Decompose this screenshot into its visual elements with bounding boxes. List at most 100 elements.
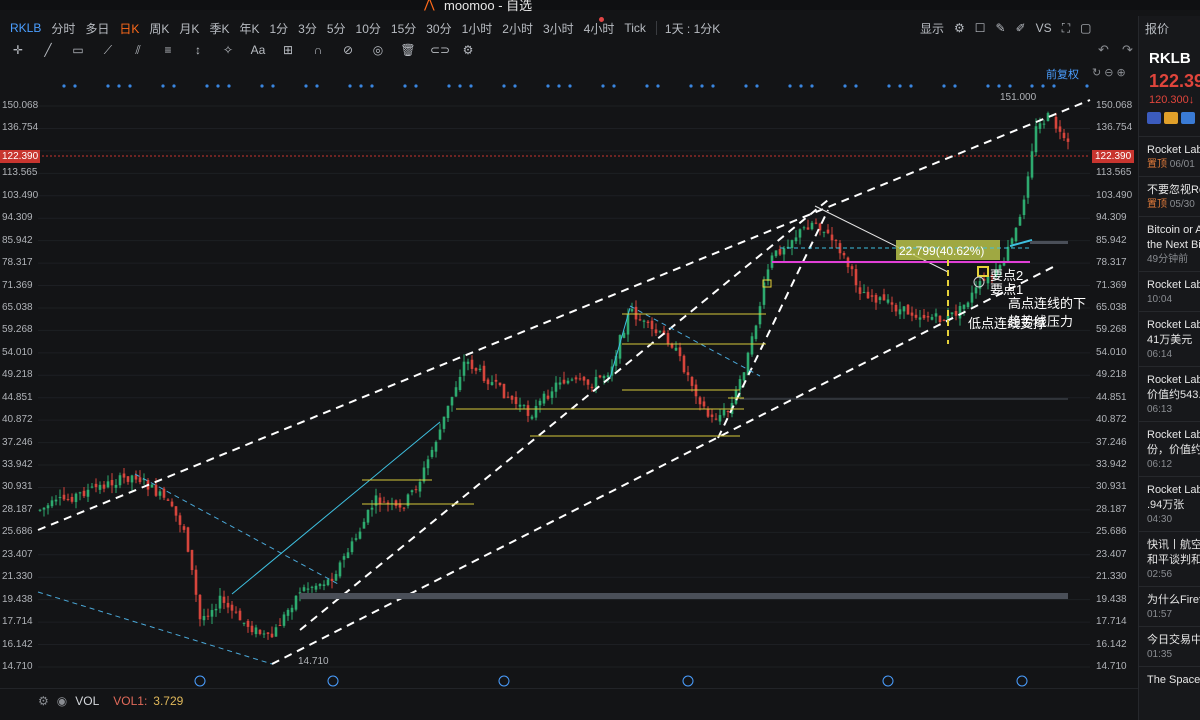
crosshair-icon[interactable]: ✛	[10, 43, 26, 57]
news-item[interactable]: 不要忽视Ro 置顶 05/30	[1139, 176, 1200, 216]
y-tick-left: 23.407	[2, 548, 33, 560]
candle-body	[538, 400, 542, 406]
timeframe-8[interactable]: 3分	[298, 20, 317, 37]
undo-icon[interactable]: ↶	[1098, 42, 1109, 58]
news-item[interactable]: Rocket Lab 价值约543.4 06:13	[1139, 366, 1200, 421]
candle-body	[798, 229, 802, 238]
candle-body	[302, 587, 306, 591]
news-item[interactable]: 今日交易中 01:35	[1139, 626, 1200, 666]
timeframe-2[interactable]: 日K	[119, 20, 139, 37]
redo-icon[interactable]: ↷	[1122, 42, 1133, 58]
news-item[interactable]: Rocket Lab 置顶 06/01	[1139, 136, 1200, 176]
event-dot	[612, 84, 616, 88]
fib-tool-icon[interactable]: ≡	[160, 43, 176, 57]
candle-body	[198, 594, 202, 620]
hide-icon[interactable]: ◎	[370, 43, 386, 57]
magnet-icon[interactable]: ∩	[310, 43, 326, 57]
timeframe-13[interactable]: 1小时	[462, 20, 493, 37]
tool-settings-icon[interactable]: ⚙	[460, 43, 476, 57]
timeframe-1[interactable]: 多日	[85, 20, 109, 37]
adjust-toggle[interactable]: 前复权	[1046, 66, 1079, 82]
news-item[interactable]: Bitcoin or A the Next Bi 49分钟前	[1139, 216, 1200, 271]
candle-body	[1054, 116, 1058, 129]
candle-body	[530, 416, 534, 419]
news-meta: 06:12	[1147, 458, 1200, 472]
shape-tool-icon[interactable]: ✧	[220, 43, 236, 57]
news-item[interactable]: The Space	[1139, 666, 1200, 692]
arrow-tool-icon[interactable]: ↕	[190, 43, 206, 57]
y-tick-right: 150.068	[1096, 100, 1133, 111]
news-item[interactable]: 快讯丨航空航和平谈判和 02:56	[1139, 531, 1200, 586]
timeframe-3[interactable]: 周K	[149, 20, 169, 37]
news-item[interactable]: Rocket Lab 份，价值约3 06:12	[1139, 421, 1200, 476]
settings-icon[interactable]: ⚙	[954, 21, 965, 35]
news-item[interactable]: Rocket Lab 41万美元 06:14	[1139, 311, 1200, 366]
y-tick-left: 37.246	[2, 436, 33, 448]
candle-body	[54, 499, 58, 502]
price-chart[interactable]: 22.799(40.62%) 要点2 要点1 高点连线的下 趋势线压力 低点连线支撑 151…	[0, 60, 1138, 688]
candle-body	[1006, 246, 1010, 261]
candle-body	[978, 281, 982, 289]
lock-icon[interactable]: ⊘	[340, 43, 356, 57]
trend-tool-icon[interactable]: ⟋	[100, 43, 116, 58]
timeframe-11[interactable]: 15分	[391, 20, 416, 37]
timeframe-12[interactable]: 30分	[426, 20, 451, 37]
fullscreen-icon[interactable]: ⛶	[1062, 21, 1070, 36]
layout-icon[interactable]: ☐	[975, 21, 986, 35]
candle-body	[646, 321, 650, 324]
pen-icon[interactable]: ✐	[1016, 21, 1026, 35]
display-menu[interactable]: 显示	[920, 20, 944, 37]
candle-body	[842, 252, 846, 256]
news-item[interactable]: Rocket Lab .94万张 04:30	[1139, 476, 1200, 531]
timeframe-0[interactable]: 分时	[51, 20, 75, 37]
rect-tool-icon[interactable]: ▭	[70, 43, 86, 57]
timeframe-6[interactable]: 年K	[239, 20, 259, 37]
steep-trendline	[717, 209, 829, 439]
candle-body	[638, 319, 642, 321]
news-item[interactable]: Rocket Lab 10:04	[1139, 271, 1200, 311]
timeframe-7[interactable]: 1分	[269, 20, 288, 37]
quote-panel: 报价 RKLB 122.39 120.300↓ Rocket Lab 置顶 06/…	[1138, 16, 1200, 720]
event-dot	[645, 84, 649, 88]
chart-zoom-controls[interactable]: ↻ ⊖ ⊕	[1092, 66, 1126, 79]
timeframe-9[interactable]: 5分	[327, 20, 346, 37]
blue-dashed-line	[37, 591, 273, 665]
delete-icon[interactable]: 🗑	[400, 43, 416, 57]
event-dot	[997, 84, 1001, 88]
measure-tool-icon[interactable]: ⊞	[280, 43, 296, 57]
candle-body	[942, 319, 946, 321]
compare-button[interactable]: VS	[1036, 21, 1052, 35]
indicator-settings-icon[interactable]: ⚙	[38, 694, 49, 708]
candle-body	[38, 509, 42, 511]
candle-body	[294, 595, 298, 610]
candle-body	[710, 414, 714, 417]
line-tool-icon[interactable]: ╱	[40, 43, 56, 57]
symbol-label[interactable]: RKLB	[10, 21, 41, 35]
timeframe-14[interactable]: 2小时	[502, 20, 533, 37]
timeframe-16[interactable]: 4小时	[584, 20, 615, 37]
news-time: 04:30	[1147, 514, 1173, 525]
text-tool-icon[interactable]: Aa	[250, 43, 266, 57]
window-icon[interactable]: ▢	[1080, 21, 1091, 35]
annotation-key1: 要点1	[990, 282, 1023, 297]
timeframe-17[interactable]: Tick	[624, 21, 646, 35]
indicator-visibility-icon[interactable]: ◉	[57, 694, 67, 708]
volume-label[interactable]: VOL	[75, 694, 99, 708]
y-tick-right: 113.565	[1096, 167, 1132, 179]
timeframe-5[interactable]: 季K	[209, 20, 229, 37]
channel-tool-icon[interactable]: ⫽	[130, 43, 146, 58]
news-item[interactable]: 为什么Firef 01:57	[1139, 586, 1200, 626]
candle-body	[558, 382, 562, 385]
candle-body	[170, 501, 174, 507]
news-time: 06:13	[1147, 404, 1173, 415]
timeframe-4[interactable]: 月K	[179, 20, 199, 37]
chart-canvas[interactable]: 22.799(40.62%)要点2要点1高点连线的下趋势线压力低点连线支撑151…	[0, 60, 1138, 688]
range-select[interactable]: 1天 : 1分K	[665, 20, 720, 37]
candle-body	[278, 624, 282, 626]
candle-body	[574, 377, 578, 380]
timeframe-15[interactable]: 3小时	[543, 20, 574, 37]
timeframe-10[interactable]: 10分	[356, 20, 381, 37]
link-icon[interactable]: ⊂⊃	[430, 43, 450, 57]
panel-header[interactable]: 报价	[1139, 16, 1200, 40]
annotate-icon[interactable]: ✎	[996, 21, 1006, 35]
